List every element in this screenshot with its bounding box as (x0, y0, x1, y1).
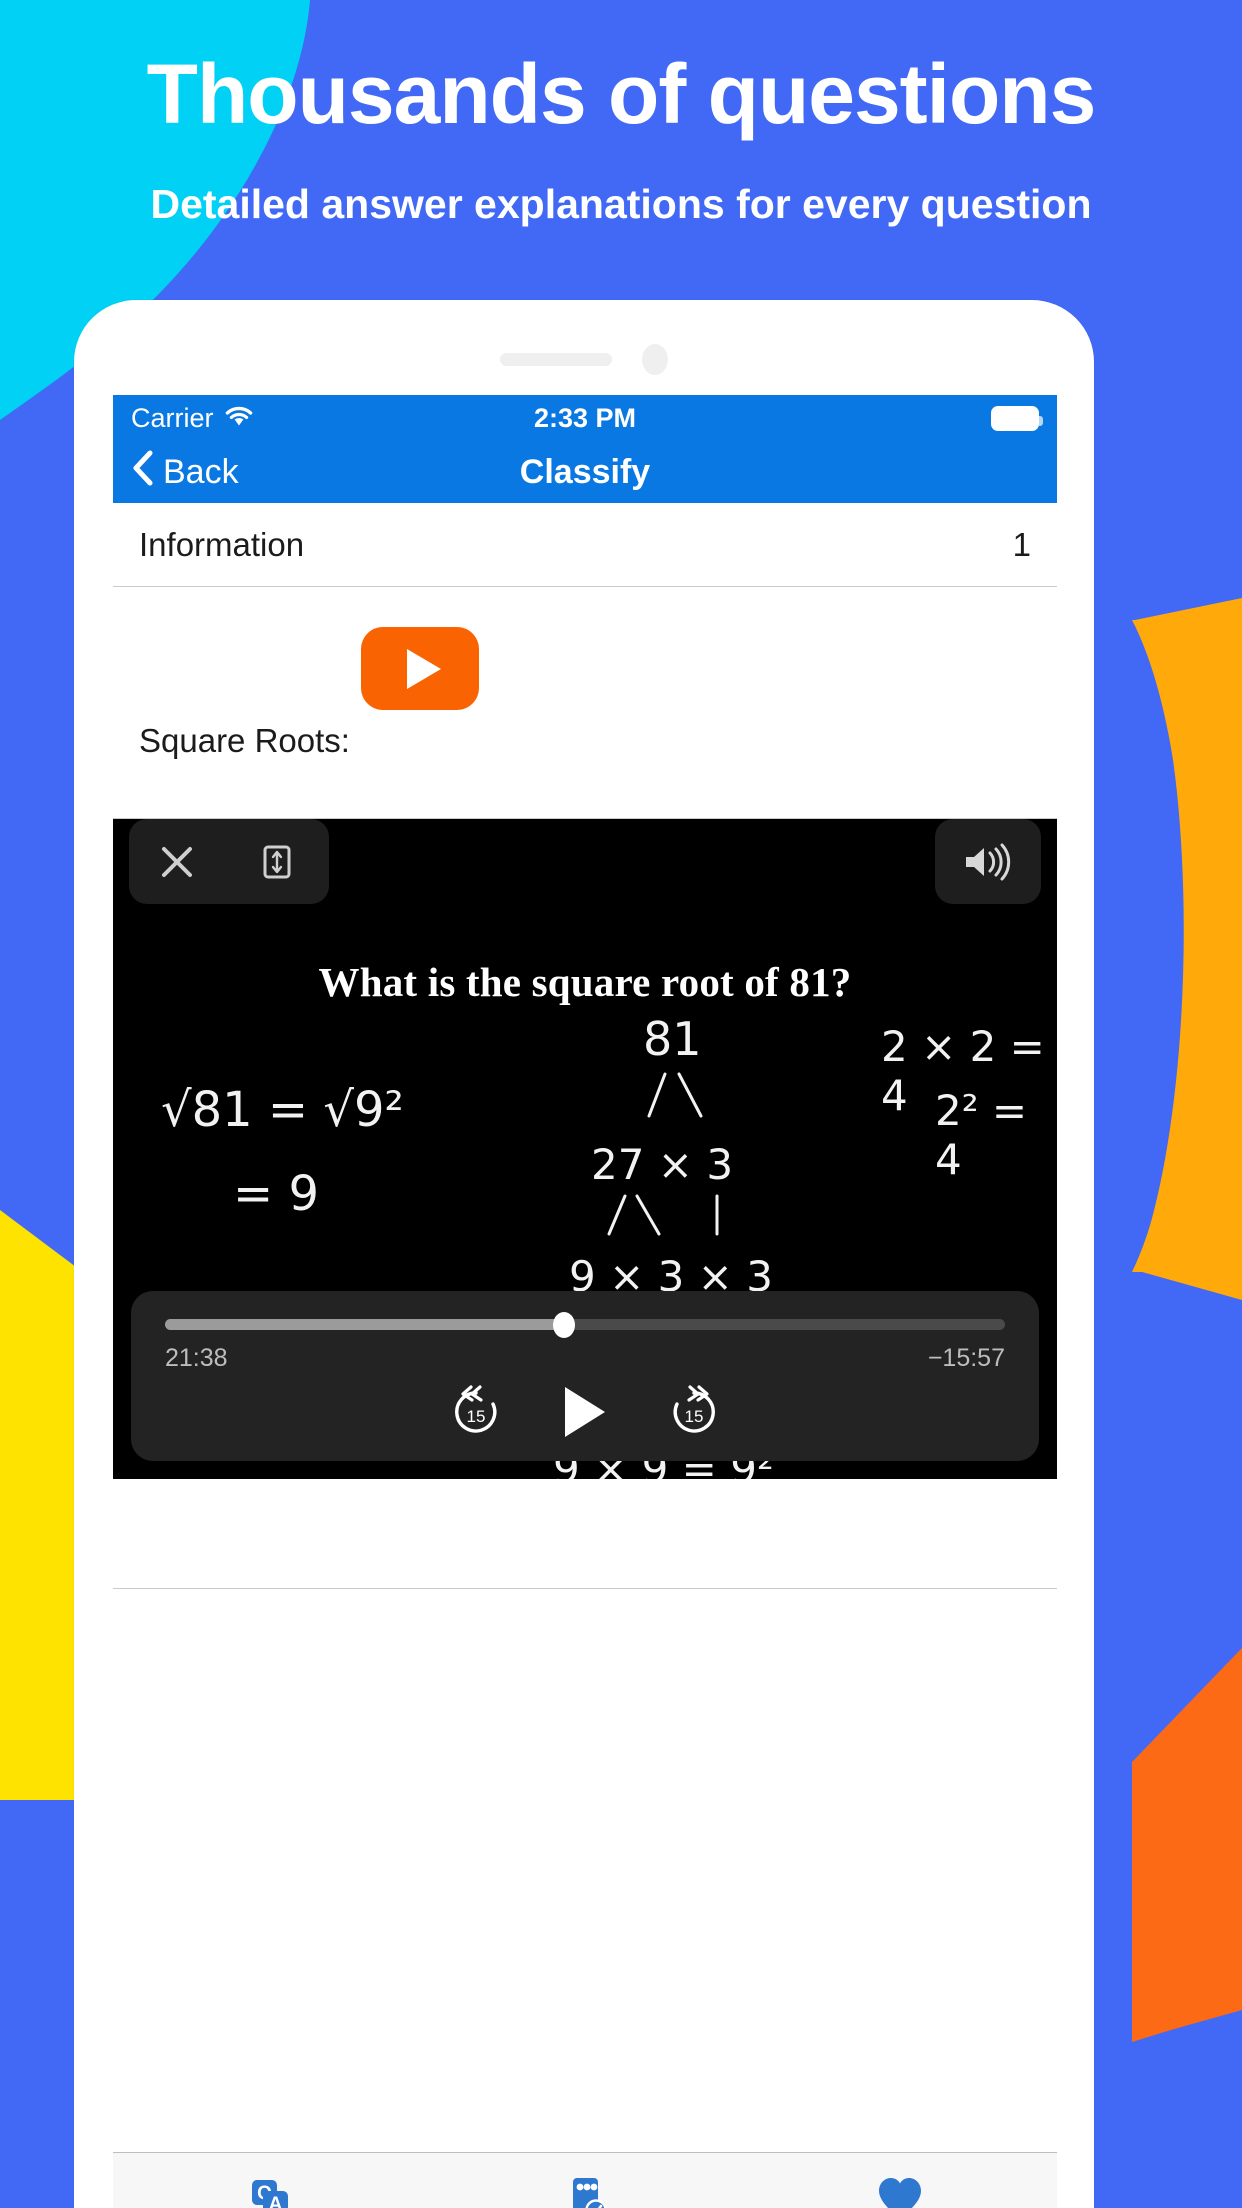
chevron-left-icon (133, 450, 153, 495)
battery-level-fill (996, 410, 1034, 426)
volume-button[interactable] (935, 819, 1041, 904)
navigation-bar: Back Classify (113, 441, 1057, 503)
page-title: Classify (519, 452, 651, 491)
qa-cards-icon: Q A (241, 2171, 299, 2208)
svg-text:15: 15 (467, 1407, 486, 1426)
earpiece-speaker (500, 353, 612, 366)
tab-favorite[interactable]: Favorite (742, 2171, 1057, 2208)
carrier-label: Carrier (131, 402, 214, 433)
empty-cell (113, 1479, 1057, 1589)
remaining-time: −15:57 (927, 1344, 1005, 1372)
phone-hardware-row (74, 344, 1094, 375)
rewind-15-icon[interactable]: 15 (447, 1383, 505, 1441)
status-bar-right (991, 405, 1043, 431)
playback-time-row: 21:38 −15:57 (165, 1344, 1005, 1373)
close-icon (162, 846, 192, 877)
forward-15-icon[interactable]: 15 (665, 1383, 723, 1441)
wifi-icon (224, 403, 254, 434)
heart-icon (871, 2171, 929, 2208)
scrubber-knob[interactable] (553, 1311, 575, 1338)
back-button[interactable]: Back (113, 450, 239, 495)
player-controls-panel: 21:38 −15:57 15 15 (131, 1291, 1039, 1461)
svg-text:A: A (269, 2194, 283, 2208)
phone-screen: Carrier 2:33 PM Back Classify Informatio… (113, 395, 1057, 2208)
player-top-controls (113, 819, 1057, 904)
resize-vertical-icon (263, 845, 291, 878)
back-button-label: Back (163, 452, 239, 491)
video-thumbnail-button[interactable] (361, 627, 479, 710)
battery-icon (991, 405, 1043, 431)
information-value: 1 (1012, 525, 1031, 563)
play-icon (407, 648, 441, 689)
transport-controls: 15 15 (165, 1383, 1005, 1441)
playback-scrubber[interactable] (165, 1311, 1005, 1338)
speaker-wave-icon (966, 843, 1011, 880)
fit-to-screen-button[interactable] (225, 819, 329, 904)
tab-answer[interactable]: Q A Answer (113, 2171, 428, 2208)
front-camera (642, 344, 668, 375)
scrubber-played-track (165, 1319, 564, 1330)
tab-bar: Q A Answer (113, 2152, 1057, 2208)
tab-submit[interactable]: Submit (428, 2171, 743, 2208)
video-player: What is the square root of 81? √81 = √9²… (113, 819, 1057, 1479)
status-bar-clock: 2:33 PM (533, 402, 637, 433)
question-label: Square Roots: (139, 722, 350, 759)
elapsed-time: 21:38 (165, 1344, 228, 1372)
status-bar: Carrier 2:33 PM (113, 395, 1057, 441)
phone-mockup: Carrier 2:33 PM Back Classify Informatio… (74, 300, 1094, 2208)
svg-text:15: 15 (685, 1407, 704, 1426)
play-button[interactable] (565, 1387, 605, 1437)
question-cell: Square Roots: (113, 587, 1057, 819)
submit-check-icon (556, 2171, 614, 2208)
information-label: Information (139, 525, 305, 563)
information-row[interactable]: Information 1 (113, 503, 1057, 587)
close-button[interactable] (129, 819, 225, 904)
status-bar-left: Carrier (131, 403, 254, 434)
